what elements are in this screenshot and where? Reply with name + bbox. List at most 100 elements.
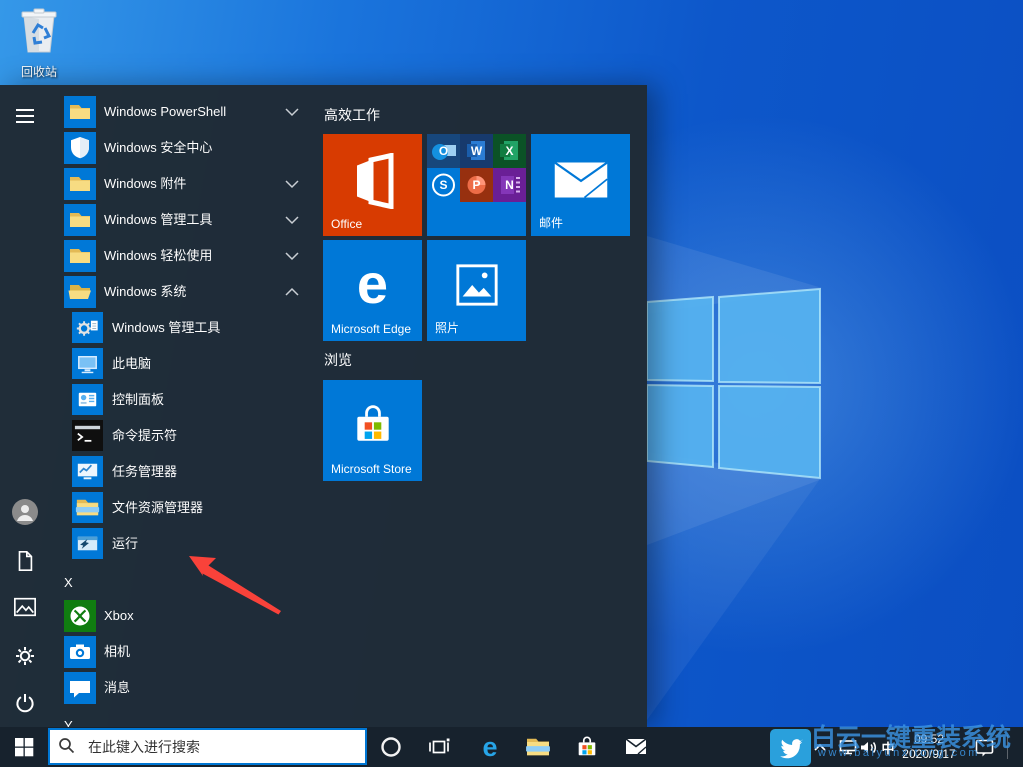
tile-microsoft-edge[interactable]: e Microsoft Edge [323,240,422,341]
app-list-item-admin-tools[interactable]: Windows 管理工具 [0,312,318,344]
tile-label: Microsoft Store [331,462,412,476]
tile-group-title-explore[interactable]: 浏览 [324,350,352,370]
app-label: Windows 系统 [104,276,186,308]
cortana-circle-icon [380,736,402,758]
tile-photos[interactable]: 照片 [427,240,526,341]
chevron-down-icon[interactable] [285,251,299,261]
tile-label: 邮件 [539,214,563,231]
app-label: 控制面板 [112,384,164,416]
start-menu: Windows PowerShell Windows 安全中心 Windows … [0,85,647,727]
app-list-item-run[interactable]: 运行 [0,528,318,560]
app-label: Windows 轻松使用 [104,240,212,272]
chevron-down-icon[interactable] [285,179,299,189]
taskbar-search-input[interactable] [48,728,367,765]
app-label: 任务管理器 [112,456,177,488]
open-folder-icon [64,276,96,308]
xbox-icon [64,600,96,632]
app-label: 运行 [112,528,138,560]
section-header-y[interactable]: Y [64,716,104,727]
watermark-url: www.baiyunxitong.com [818,747,1018,759]
app-list-item-this-pc[interactable]: 此电脑 [0,348,318,380]
app-list-item-windows-admin-tools[interactable]: Windows 管理工具 [0,204,318,236]
this-pc-icon [72,348,103,379]
skype-letter: S [439,178,447,192]
app-list-item-control-panel[interactable]: 控制面板 [0,384,318,416]
tile-mail[interactable]: 邮件 [531,134,630,236]
app-list-item-command-prompt[interactable]: 命令提示符 [0,420,318,452]
recycle-bin-icon [16,6,62,56]
app-list-item-file-explorer[interactable]: 文件资源管理器 [0,492,318,524]
recycle-bin-desktop-icon[interactable]: 回收站 [10,6,68,80]
command-prompt-icon [72,420,103,451]
outlook-chip[interactable]: O [427,134,460,168]
app-list-item-messaging[interactable]: 消息 [0,672,318,704]
app-label: 相机 [104,636,130,668]
app-label: Xbox [104,600,134,632]
app-label: 文件资源管理器 [112,492,203,524]
windows-logo-icon [14,737,34,757]
folder-icon [64,204,96,236]
edge-taskbar-button[interactable]: e [468,727,512,767]
cortana-button[interactable] [369,727,413,767]
shield-icon [64,132,96,164]
task-view-icon [427,736,451,758]
camera-icon [64,636,96,668]
mail-taskbar-button[interactable] [614,727,658,767]
bird-icon [778,737,804,759]
task-manager-icon [72,456,103,487]
section-header-x[interactable]: X [64,573,104,593]
app-label: 消息 [104,672,130,704]
file-explorer-icon [72,492,103,523]
run-icon [72,528,103,559]
word-letter: W [471,144,482,158]
tile-label: 照片 [435,319,459,336]
app-list-item-task-manager[interactable]: 任务管理器 [0,456,318,488]
chevron-up-icon[interactable] [285,287,299,297]
onenote-letter: N [505,178,514,192]
excel-chip[interactable]: X [493,134,526,168]
file-explorer-taskbar-button[interactable] [516,727,560,767]
app-label: Windows PowerShell [104,96,226,128]
app-label: Windows 管理工具 [104,204,212,236]
folder-icon [64,240,96,272]
tile-label: Office [331,217,362,231]
tile-group-title-productivity[interactable]: 高效工作 [324,105,380,125]
mail-envelope-icon [624,737,648,757]
app-label: 此电脑 [112,348,151,380]
edge-icon: e [482,734,497,761]
tile-label: Microsoft Edge [331,322,411,336]
skype-chip[interactable]: S [427,168,460,202]
file-explorer-icon [525,736,551,758]
store-bag-icon [575,735,599,759]
folder-icon [64,168,96,200]
app-label: Windows 附件 [104,168,186,200]
app-list-item-windows-ease-of-access[interactable]: Windows 轻松使用 [0,240,318,272]
desktop: 回收站 [0,0,1023,767]
powerpoint-letter: P [472,178,480,192]
word-chip[interactable]: W [460,134,493,168]
outlook-letter: O [439,144,448,158]
powerpoint-chip[interactable]: P [460,168,493,202]
task-view-button[interactable] [417,727,461,767]
chevron-down-icon[interactable] [285,107,299,117]
edge-letter: e [357,256,388,312]
folder-icon [64,96,96,128]
app-label: 命令提示符 [112,420,177,452]
tile-office-apps-group[interactable]: O W X S P [427,134,526,236]
app-label: Windows 安全中心 [104,132,212,164]
admin-tools-icon [72,312,103,343]
app-list-item-windows-system[interactable]: Windows 系统 [0,276,318,308]
app-list-item-windows-security[interactable]: Windows 安全中心 [0,132,318,164]
app-list-item-windows-powershell[interactable]: Windows PowerShell [0,96,318,128]
chevron-down-icon[interactable] [285,215,299,225]
onenote-chip[interactable]: N [493,168,526,202]
message-bubble-icon [64,672,96,704]
tile-office[interactable]: Office [323,134,422,236]
store-taskbar-button[interactable] [565,727,609,767]
tile-microsoft-store[interactable]: Microsoft Store [323,380,422,481]
control-panel-icon [72,384,103,415]
start-button[interactable] [2,727,46,767]
app-list-item-windows-accessories[interactable]: Windows 附件 [0,168,318,200]
app-list-item-xbox[interactable]: Xbox [0,600,318,632]
app-list-item-camera[interactable]: 相机 [0,636,318,668]
